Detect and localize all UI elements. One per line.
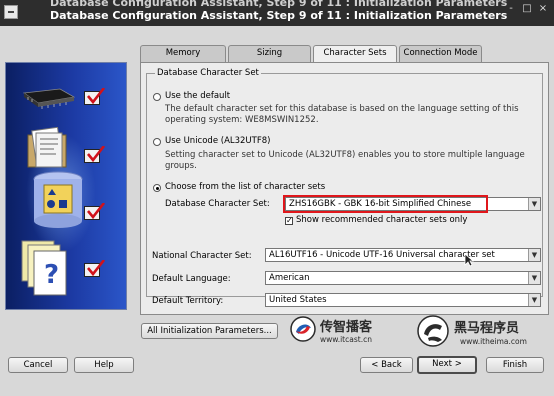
use-unicode-radio[interactable]: [153, 138, 161, 146]
itcast-logo-icon: [290, 316, 316, 342]
itcast-watermark: 传智播客 www.itcast.cn: [290, 314, 400, 350]
show-recommended-label[interactable]: Show recommended character sets only: [296, 215, 467, 225]
cancel-button[interactable]: Cancel: [8, 357, 68, 373]
maximize-button[interactable]: □: [520, 3, 534, 15]
back-button[interactable]: < Back: [360, 357, 413, 373]
tab-sizing[interactable]: Sizing: [228, 45, 311, 62]
default-language-value: American: [269, 273, 310, 283]
folder-documents-icon: [27, 127, 67, 168]
next-arrow: >: [454, 359, 462, 369]
itheima-logo-icon: [417, 315, 449, 347]
mouse-cursor-icon: [464, 253, 474, 267]
national-charset-value: AL16UTF16 - Unicode UTF-16 Universal cha…: [269, 250, 495, 260]
chevron-down-icon[interactable]: ▼: [528, 272, 540, 284]
checkmark-icon: [84, 88, 106, 105]
default-territory-combo[interactable]: United States ▼: [265, 293, 541, 307]
help-button[interactable]: Help: [74, 357, 134, 373]
itheima-brand: 黑马程序员: [454, 321, 520, 336]
use-unicode-description: Setting character set to Unicode (AL32UT…: [165, 150, 525, 171]
chevron-down-icon[interactable]: ▼: [528, 198, 540, 210]
tab-connection-mode[interactable]: Connection Mode: [399, 45, 482, 62]
database-charset-group: Database Character Set Use the default T…: [146, 68, 543, 297]
tab-character-sets[interactable]: Character Sets: [313, 45, 397, 63]
choose-list-radio[interactable]: [153, 184, 161, 192]
window-title: Database Configuration Assistant, Step 9…: [50, 9, 508, 22]
database-shapes-icon: [33, 171, 83, 228]
db-charset-label: Database Character Set:: [165, 199, 270, 209]
default-language-combo[interactable]: American ▼: [265, 271, 541, 285]
national-charset-combo[interactable]: AL16UTF16 - Unicode UTF-16 Universal cha…: [265, 248, 541, 262]
default-territory-value: United States: [269, 295, 327, 305]
minimize-button[interactable]: -: [504, 3, 518, 15]
svg-text:?: ?: [44, 260, 59, 290]
next-button[interactable]: Next >: [417, 356, 477, 374]
use-default-label[interactable]: Use the default: [165, 91, 230, 101]
title-ghost-text: Database Configuration Assistant, Step 9…: [50, 0, 508, 9]
title-bar: Database Configuration Assistant, Step 9…: [0, 0, 554, 26]
itcast-brand: 传智播客: [320, 320, 373, 335]
chevron-down-icon[interactable]: ▼: [528, 294, 540, 306]
window-menu-icon[interactable]: [4, 5, 18, 19]
use-default-radio[interactable]: [153, 93, 161, 101]
close-button[interactable]: ×: [536, 3, 550, 15]
default-territory-label: Default Territory:: [152, 296, 224, 306]
chip-icon: [22, 88, 76, 109]
all-initialization-parameters-button[interactable]: All Initialization Parameters...: [141, 323, 278, 339]
checkmark-icon: [84, 203, 106, 220]
checkmark-icon: [84, 260, 106, 277]
itcast-url: www.itcast.cn: [320, 335, 372, 344]
help-documents-icon: ?: [21, 240, 67, 296]
next-label: Next: [432, 359, 452, 369]
itheima-watermark: 黑马程序员 www.itheima.com: [412, 314, 552, 354]
show-recommended-checkbox[interactable]: ✓: [285, 217, 293, 225]
highlight-box: [283, 195, 488, 213]
choose-list-label[interactable]: Choose from the list of character sets: [165, 182, 325, 192]
itheima-url: www.itheima.com: [460, 337, 527, 346]
finish-button[interactable]: Finish: [486, 357, 544, 373]
group-legend: Database Character Set: [155, 68, 261, 78]
tab-memory[interactable]: Memory: [140, 45, 226, 62]
use-unicode-label[interactable]: Use Unicode (AL32UTF8): [165, 136, 270, 146]
checkmark-icon: [84, 146, 106, 163]
chevron-down-icon[interactable]: ▼: [528, 249, 540, 261]
use-default-description: The default character set for this datab…: [165, 104, 519, 125]
wizard-illustration-panel: ?: [5, 62, 127, 310]
national-charset-label: National Character Set:: [152, 251, 252, 261]
default-language-label: Default Language:: [152, 274, 231, 284]
